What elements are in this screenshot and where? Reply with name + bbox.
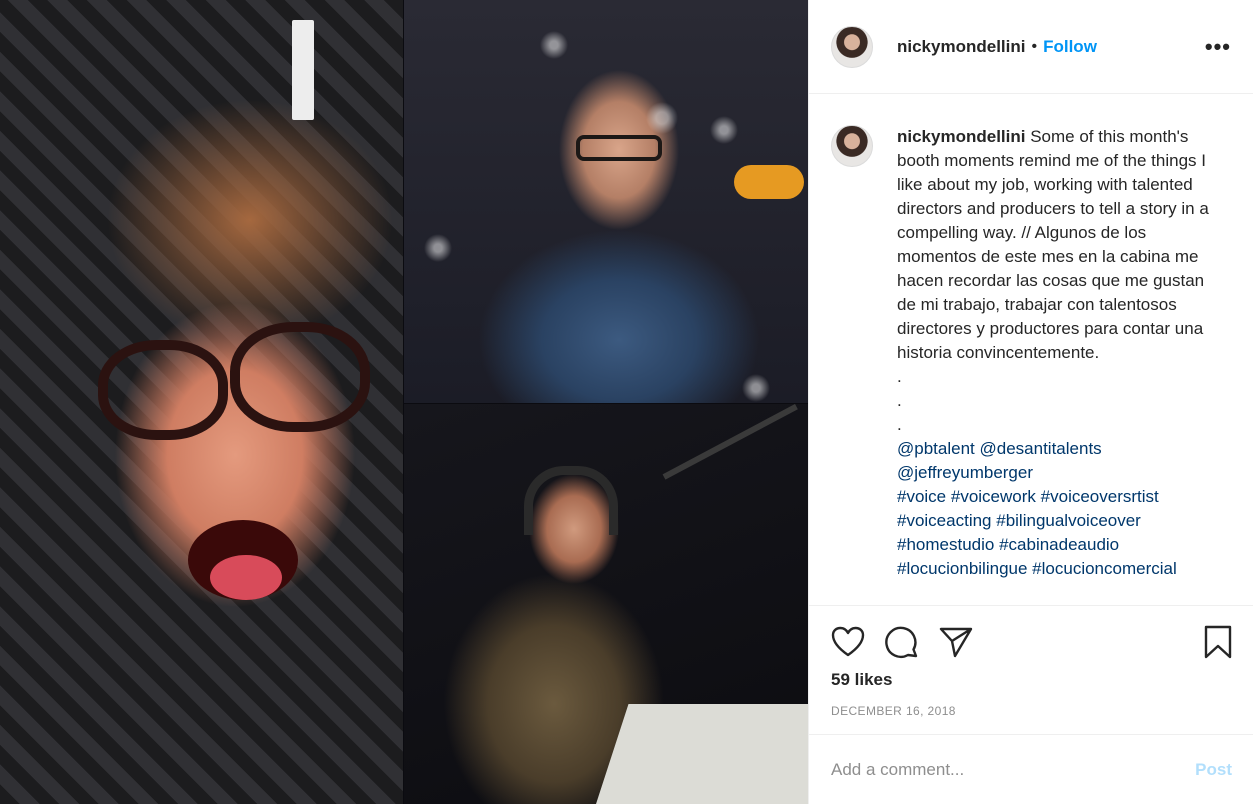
post-sidebar: nickymondellini • Follow ••• nickymondel… xyxy=(808,0,1253,804)
comment-input[interactable] xyxy=(831,759,1196,780)
glasses xyxy=(576,135,662,161)
hashtags: #voice #voicework #voiceoversrtist #voic… xyxy=(897,485,1217,581)
photo-woman-booth-lights xyxy=(404,0,808,403)
comment-icon[interactable] xyxy=(885,625,919,659)
caption-dot: . xyxy=(897,367,902,386)
action-icons xyxy=(809,606,1253,660)
likes-count[interactable]: 59 likes xyxy=(809,670,1253,690)
photo-woman-closeup xyxy=(0,0,403,804)
caption-dot: . xyxy=(897,391,902,410)
post-comment-button[interactable]: Post xyxy=(1195,760,1232,780)
hashtag-link[interactable]: #voicework xyxy=(951,487,1036,506)
photo-woman-recording xyxy=(404,404,808,804)
hashtag-link[interactable]: #bilingualvoiceover xyxy=(996,511,1141,530)
glasses-left-lens xyxy=(98,340,228,440)
avatar[interactable] xyxy=(831,25,873,68)
follow-button[interactable]: Follow xyxy=(1043,37,1097,57)
mic-arm xyxy=(662,404,798,480)
mentions: @pbtalent @desantitalents @jeffreyumberg… xyxy=(897,437,1217,485)
hashtag-link[interactable]: #locucionbilingue xyxy=(897,559,1027,578)
header-username[interactable]: nickymondellini xyxy=(897,37,1025,57)
caption-body: Some of this month's booth moments remin… xyxy=(897,127,1209,362)
post-date[interactable]: DECEMBER 16, 2018 xyxy=(809,704,1253,718)
mention-link[interactable]: @pbtalent xyxy=(897,439,975,458)
hashtag-link[interactable]: #homestudio xyxy=(897,535,994,554)
mention-link[interactable]: @desantitalents xyxy=(980,439,1102,458)
separator-dot: • xyxy=(1031,37,1038,55)
hashtag-link[interactable]: #locucioncomercial xyxy=(1032,559,1177,578)
share-icon[interactable] xyxy=(939,626,973,658)
caption-avatar[interactable] xyxy=(831,125,873,167)
hashtag-link[interactable]: #voice xyxy=(897,487,946,506)
post-header: nickymondellini • Follow ••• xyxy=(809,0,1253,94)
hashtag-link[interactable]: #voiceoversrtist xyxy=(1041,487,1159,506)
tongue xyxy=(210,555,282,600)
heart-icon[interactable] xyxy=(831,626,865,658)
glasses-right-lens xyxy=(230,322,370,432)
caption-text: nickymondellini Some of this month's boo… xyxy=(897,125,1217,605)
mention-link[interactable]: @jeffreyumberger xyxy=(897,463,1033,482)
hashtag-link[interactable]: #cabinadeaudio xyxy=(999,535,1119,554)
caption-dot: . xyxy=(897,415,902,434)
microphone-windscreen xyxy=(734,165,804,199)
post-actions: 59 likes DECEMBER 16, 2018 xyxy=(809,605,1253,718)
caption-block: nickymondellini Some of this month's boo… xyxy=(809,95,1253,605)
bookmark-icon[interactable] xyxy=(1204,625,1232,659)
hashtag-link[interactable]: #voiceacting xyxy=(897,511,992,530)
caption-username[interactable]: nickymondellini xyxy=(897,127,1025,146)
more-options-icon[interactable]: ••• xyxy=(1205,34,1231,60)
add-comment-bar: Post xyxy=(809,734,1253,804)
instagram-post: nickymondellini • Follow ••• nickymondel… xyxy=(0,0,1253,804)
mic-stand xyxy=(292,20,314,120)
post-image-collage[interactable] xyxy=(0,0,808,804)
headphones xyxy=(524,466,618,535)
script-stand xyxy=(589,704,808,804)
